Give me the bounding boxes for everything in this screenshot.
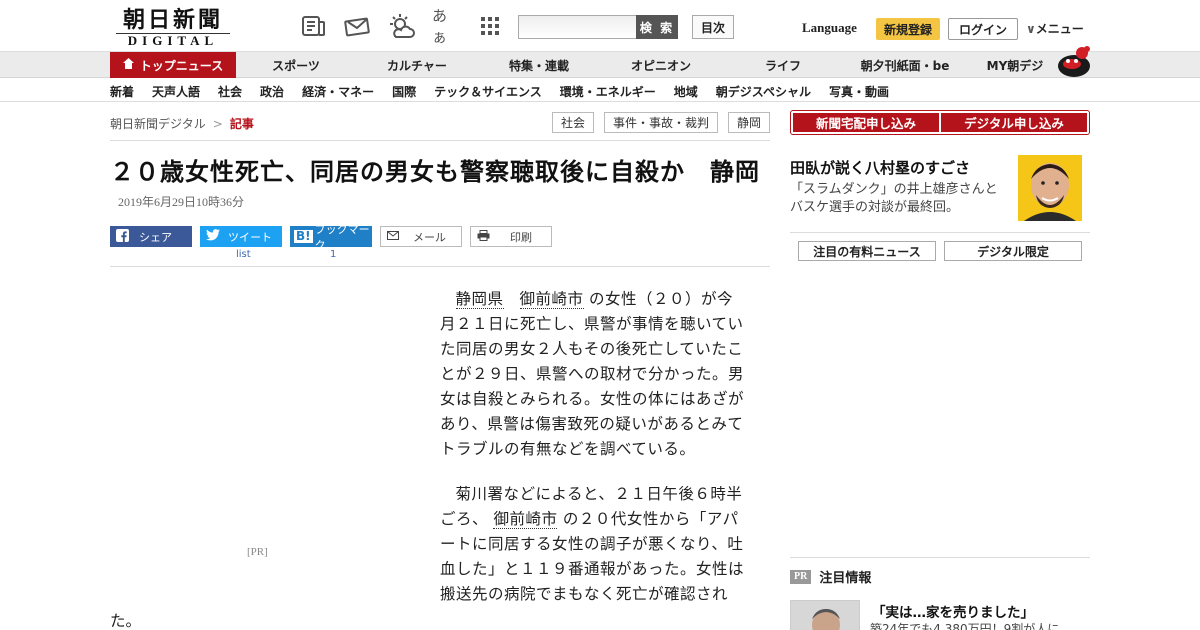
mail-icon: [387, 230, 399, 243]
article-title: ２０歳女性死亡、同居の男女も警察聴取後に自殺か 静岡: [110, 158, 760, 186]
subnav-item-society[interactable]: 社会: [218, 83, 242, 100]
register-button[interactable]: 新規登録: [876, 18, 940, 40]
newspaper-delivery-button[interactable]: 新聞宅配申し込み: [793, 113, 939, 132]
mail-ticket-icon[interactable]: [344, 12, 372, 40]
chevron-down-icon: ∨: [1026, 22, 1036, 36]
nav-item-my-asahi[interactable]: MY朝デジ: [966, 52, 1064, 78]
ad-title[interactable]: 「実は…家を売りました」: [872, 601, 1034, 621]
tab-digital-only[interactable]: デジタル限定: [944, 241, 1082, 261]
subnav-item-international[interactable]: 国際: [392, 83, 416, 100]
article-date: 2019年6月29日10時36分: [118, 195, 245, 209]
nav-item-life[interactable]: ライフ: [722, 52, 844, 78]
article-paragraph: 静岡県 御前崎市 の女性（２０）が今月２１日に死亡し、県警が事情を聴いていた同居…: [440, 287, 746, 462]
mail-share-button[interactable]: メール: [380, 226, 462, 247]
tool-icons: あぁ: [300, 7, 504, 46]
subnav-item-latest[interactable]: 新着: [110, 83, 134, 100]
twitter-icon: [206, 229, 220, 244]
article-body: 静岡県 御前崎市 の女性（２０）が今月２１日に死亡し、県警が事情を聴いていた同居…: [440, 287, 746, 627]
digital-signup-button[interactable]: デジタル申し込み: [941, 113, 1087, 132]
share-buttons: シェア ツイート B! ブックマーク メール 印刷: [110, 223, 552, 252]
nav-item-opinion[interactable]: オピニオン: [600, 52, 722, 78]
tag-incident[interactable]: 事件・事故・裁判: [604, 112, 719, 133]
divider: [790, 557, 1090, 558]
search-button[interactable]: 検 索: [636, 15, 678, 39]
link-shizuoka-pref[interactable]: 静岡県: [455, 290, 504, 309]
hatena-count[interactable]: 1: [330, 249, 336, 260]
feature-title[interactable]: 田臥が説く八村塁のすごさ: [790, 157, 970, 178]
subnav-item-region[interactable]: 地域: [674, 83, 698, 100]
article-paragraph: 菊川署などによると、２１日午後６時半ごろ、 御前崎市 の２０代女性から「アパート…: [440, 482, 746, 607]
home-icon: [122, 58, 134, 72]
subnav-item-environment[interactable]: 環境・エネルギー: [560, 83, 656, 100]
feature-photo[interactable]: [1012, 155, 1088, 221]
site-header: 朝日新聞 DIGITAL あぁ 検 索 目次 Language 新規登録 ログイ…: [0, 0, 1200, 52]
ad-subtitle: 築24年でも4,380万円！9割が人に: [870, 622, 1060, 630]
twitter-share-label: ツイート: [228, 230, 272, 244]
pr-ad-label: [PR]: [247, 546, 268, 558]
breadcrumb-separator: >: [212, 117, 223, 131]
feature-description: 「スラムダンク」の井上雄彦さんとバスケ選手の対談が最終回。: [790, 182, 998, 215]
logo-main-text: 朝日新聞: [122, 7, 223, 33]
weather-icon[interactable]: [388, 12, 416, 40]
paragraph-text: の女性（２０）が今月２１日に死亡し、県警が事情を聴いていた同居の男女２人もその後…: [440, 290, 745, 458]
subscription-promo: 新聞宅配申し込み デジタル申し込み: [790, 110, 1090, 135]
breadcrumb: 朝日新聞デジタル > 記事: [110, 115, 254, 132]
nav-item-culture[interactable]: カルチャー: [356, 52, 478, 78]
divider: [790, 232, 1090, 233]
nav-item-paper[interactable]: 朝夕刊紙面・be: [844, 52, 966, 78]
site-logo[interactable]: 朝日新聞 DIGITAL: [116, 8, 230, 48]
twitter-count[interactable]: list: [236, 249, 251, 260]
main-nav: トップニュース スポーツ カルチャー 特集・連載 オピニオン ライフ 朝夕刊紙面…: [0, 52, 1200, 78]
language-link[interactable]: Language: [802, 20, 857, 36]
menu-label: メニュー: [1035, 22, 1084, 36]
pr-badge: PR: [790, 569, 812, 584]
facebook-share-button[interactable]: シェア: [110, 226, 192, 247]
attention-label: 注目情報: [819, 571, 872, 586]
print-label: 印刷: [510, 230, 532, 244]
newspaper-icon[interactable]: [300, 12, 328, 40]
link-omaezaki-city[interactable]: 御前崎市: [493, 510, 558, 529]
toc-button[interactable]: 目次: [692, 15, 734, 39]
sidebar-tabs: 注目の有料ニュース デジタル限定: [798, 241, 1082, 261]
search-input[interactable]: [518, 15, 636, 39]
logo-sub-text: DIGITAL: [116, 33, 230, 48]
nav-item-label: トップニュース: [139, 58, 224, 73]
nav-item-features[interactable]: 特集・連載: [478, 52, 600, 78]
divider: [110, 266, 770, 267]
subnav-item-photo[interactable]: 写真・動画: [829, 83, 889, 100]
facebook-icon: [116, 228, 129, 245]
mascot-icon[interactable]: [1054, 44, 1092, 78]
menu-button[interactable]: ∨メニュー: [1026, 20, 1084, 37]
article-tags: 社会 事件・事故・裁判 静岡: [552, 112, 771, 133]
subnav-item-tensei[interactable]: 天声人語: [152, 83, 200, 100]
paragraph-continuation: た。: [110, 612, 142, 630]
printer-icon: [477, 229, 490, 244]
sub-nav: 新着 天声人語 社会 政治 経済・マネー 国際 テック＆サイエンス 環境・エネル…: [0, 79, 1200, 102]
tag-shizuoka[interactable]: 静岡: [728, 112, 771, 133]
login-button[interactable]: ログイン: [948, 18, 1018, 40]
ad-thumbnail[interactable]: [790, 600, 860, 630]
breadcrumb-current: 記事: [229, 117, 254, 131]
nav-item-top-news[interactable]: トップニュース: [110, 52, 236, 78]
print-button[interactable]: 印刷: [470, 226, 552, 247]
subnav-item-tech[interactable]: テック＆サイエンス: [434, 83, 542, 100]
tab-premium-news[interactable]: 注目の有料ニュース: [798, 241, 936, 261]
attention-header: PR 注目情報: [790, 567, 871, 586]
font-size-icon[interactable]: あぁ: [432, 7, 460, 46]
breadcrumb-home[interactable]: 朝日新聞デジタル: [110, 117, 206, 131]
tag-society[interactable]: 社会: [552, 112, 595, 133]
nav-item-sports[interactable]: スポーツ: [236, 52, 356, 78]
mail-share-label: メール: [413, 230, 446, 244]
hatena-bookmark-button[interactable]: B! ブックマーク: [290, 223, 372, 252]
subnav-item-special[interactable]: 朝デジスペシャル: [716, 83, 811, 100]
link-omaezaki-city[interactable]: 御前崎市: [519, 290, 584, 309]
facebook-share-label: シェア: [139, 230, 172, 244]
hatena-bookmark-label: ブックマーク: [314, 222, 370, 252]
twitter-share-button[interactable]: ツイート: [200, 226, 282, 247]
subnav-item-economy[interactable]: 経済・マネー: [302, 83, 374, 100]
grid-menu-icon[interactable]: [476, 12, 504, 40]
hatena-icon: B!: [294, 229, 313, 243]
divider: [110, 140, 770, 141]
subnav-item-politics[interactable]: 政治: [260, 83, 284, 100]
